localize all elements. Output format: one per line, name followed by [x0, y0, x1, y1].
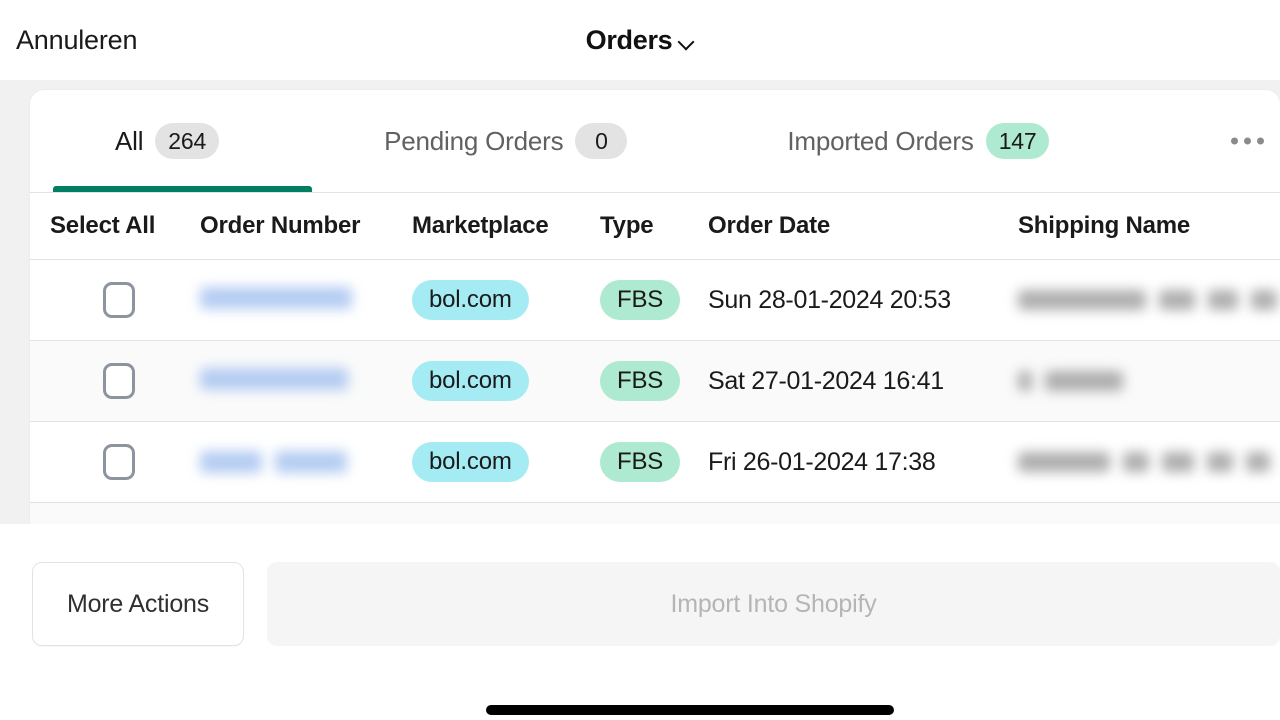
page-title: Orders [585, 24, 673, 55]
import-into-shopify-button[interactable]: Import Into Shopify [267, 562, 1280, 646]
cell-marketplace: bol.com [412, 361, 600, 401]
row-checkbox[interactable] [103, 363, 135, 399]
tab-all-count-badge: 264 [155, 123, 220, 159]
tab-bar: All 264 Pending Orders 0 Imported Orders… [30, 90, 1280, 193]
cell-order-number[interactable] [200, 286, 412, 314]
page-title-group[interactable]: Orders [0, 25, 1280, 56]
row-checkbox[interactable] [103, 444, 135, 480]
cell-shipping-name [1018, 371, 1280, 391]
cell-marketplace: bol.com [412, 280, 600, 320]
home-indicator [486, 705, 894, 715]
table-row[interactable] [30, 503, 1280, 524]
top-navigation-bar: Annuleren Orders [0, 0, 1280, 80]
type-badge: FBS [600, 442, 681, 482]
column-header-marketplace[interactable]: Marketplace [412, 212, 600, 240]
order-number-redacted [275, 451, 347, 473]
shipping-name-redacted [1208, 290, 1238, 310]
row-checkbox[interactable] [103, 282, 135, 318]
shipping-name-redacted [1246, 452, 1270, 472]
active-tab-indicator [53, 186, 312, 192]
column-header-order-date[interactable]: Order Date [708, 212, 1018, 240]
shipping-name-redacted [1159, 290, 1195, 310]
row-select-cell [30, 363, 200, 399]
order-number-redacted [200, 286, 352, 309]
type-badge: FBS [600, 280, 681, 320]
column-header-select-all[interactable]: Select All [30, 212, 200, 240]
table-row[interactable]: bol.com FBS Sun 28-01-2024 20:53 [30, 260, 1280, 341]
cell-type: FBS [600, 280, 708, 320]
order-number-redacted [200, 451, 262, 473]
ellipsis-dot [1256, 137, 1264, 145]
table-row[interactable]: bol.com FBS Fri 26-01-2024 17:38 [30, 422, 1280, 503]
tab-pending-orders[interactable]: Pending Orders 0 [374, 90, 637, 192]
app-screen: Annuleren Orders All 264 Pending Orders … [0, 0, 1280, 720]
order-number-redacted [200, 367, 348, 390]
shipping-name-redacted [1018, 452, 1110, 472]
column-header-shipping-name[interactable]: Shipping Name [1018, 212, 1280, 240]
cell-order-number[interactable] [200, 451, 412, 473]
action-bar: More Actions Import Into Shopify [0, 524, 1280, 684]
shipping-name-redacted [1018, 371, 1032, 391]
row-select-cell [30, 282, 200, 318]
tab-pending-orders-label: Pending Orders [384, 125, 564, 156]
shipping-name-redacted [1123, 452, 1149, 472]
cell-type: FBS [600, 442, 708, 482]
cell-order-date: Sun 28-01-2024 20:53 [708, 285, 951, 314]
ellipsis-dot [1243, 137, 1251, 145]
column-header-type[interactable]: Type [600, 212, 708, 240]
marketplace-badge: bol.com [412, 361, 529, 401]
shipping-name-redacted [1018, 290, 1146, 310]
orders-card: All 264 Pending Orders 0 Imported Orders… [30, 90, 1280, 524]
shipping-name-redacted [1251, 290, 1277, 310]
ellipsis-dot [1230, 137, 1238, 145]
tab-pending-orders-count-badge: 0 [575, 123, 628, 159]
tab-imported-orders-count-badge: 147 [985, 123, 1050, 159]
marketplace-badge: bol.com [412, 280, 529, 320]
chevron-down-icon[interactable] [679, 35, 694, 50]
more-actions-button[interactable]: More Actions [32, 562, 244, 646]
ellipsis-icon[interactable] [1214, 137, 1280, 145]
orders-table: Select All Order Number Marketplace Type… [30, 193, 1280, 524]
tab-imported-orders-label: Imported Orders [787, 125, 974, 156]
type-badge: FBS [600, 361, 681, 401]
cell-type: FBS [600, 361, 708, 401]
cell-marketplace: bol.com [412, 442, 600, 482]
shipping-name-redacted [1207, 452, 1233, 472]
cell-order-date: Fri 26-01-2024 17:38 [708, 447, 936, 476]
shipping-name-redacted [1162, 452, 1194, 472]
tab-all[interactable]: All 264 [105, 90, 229, 192]
table-row[interactable]: bol.com FBS Sat 27-01-2024 16:41 [30, 341, 1280, 422]
row-select-cell [30, 444, 200, 480]
cell-order-date: Sat 27-01-2024 16:41 [708, 366, 944, 395]
cell-shipping-name [1018, 290, 1280, 310]
tab-all-label: All [115, 125, 144, 156]
column-header-order-number[interactable]: Order Number [200, 212, 412, 240]
cell-order-number[interactable] [200, 367, 412, 395]
cell-shipping-name [1018, 452, 1280, 472]
table-header-row: Select All Order Number Marketplace Type… [30, 193, 1280, 260]
shipping-name-redacted [1045, 371, 1123, 391]
marketplace-badge: bol.com [412, 442, 529, 482]
tab-imported-orders[interactable]: Imported Orders 147 [777, 90, 1059, 192]
